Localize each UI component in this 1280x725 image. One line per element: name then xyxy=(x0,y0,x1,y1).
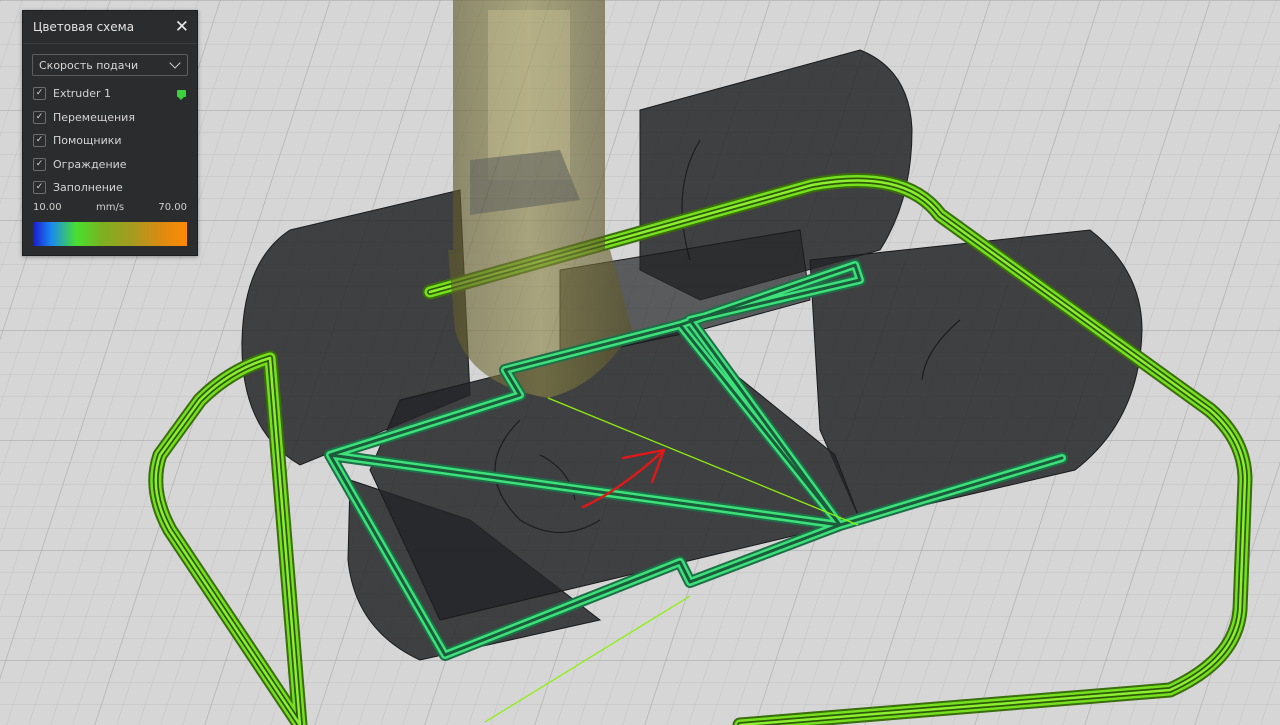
checkmark-icon: ✓ xyxy=(35,182,44,193)
helpers-checkbox[interactable]: ✓ xyxy=(33,134,46,148)
layer-row-shell[interactable]: ✓ Ограждение xyxy=(23,153,197,177)
layer-row-infill[interactable]: ✓ Заполнение xyxy=(23,176,197,200)
layer-label: Заполнение xyxy=(53,181,123,195)
extruder-color-swatch xyxy=(177,90,186,101)
travel-checkbox[interactable]: ✓ xyxy=(33,110,46,124)
legend-range: 10.00 mm/s 70.00 xyxy=(23,202,197,213)
infill-checkbox[interactable]: ✓ xyxy=(33,181,46,195)
layer-row-helpers[interactable]: ✓ Помощники xyxy=(23,129,197,153)
checkmark-icon: ✓ xyxy=(35,111,44,122)
layer-label: Перемещения xyxy=(53,110,135,124)
panel-header: Цветовая схема ✕ xyxy=(23,11,197,44)
legend-max: 70.00 xyxy=(158,201,187,213)
color-scheme-select-value: Скорость подачи xyxy=(39,58,139,72)
close-icon[interactable]: ✕ xyxy=(175,18,189,36)
extruder-checkbox[interactable]: ✓ xyxy=(33,87,46,101)
layer-row-extruder[interactable]: ✓ Extruder 1 xyxy=(23,82,197,106)
chevron-down-icon xyxy=(169,57,181,69)
checkmark-icon: ✓ xyxy=(35,88,44,99)
layer-label: Ограждение xyxy=(53,157,127,171)
panel-title: Цветовая схема xyxy=(33,20,135,34)
speed-gradient-bar xyxy=(33,221,187,246)
color-scheme-panel: Цветовая схема ✕ Скорость подачи ✓ Extru… xyxy=(22,10,198,256)
color-scheme-select[interactable]: Скорость подачи xyxy=(32,54,188,76)
checkmark-icon: ✓ xyxy=(35,158,44,169)
checkmark-icon: ✓ xyxy=(35,135,44,146)
legend-unit: mm/s xyxy=(95,201,125,213)
layer-label: Extruder 1 xyxy=(53,87,112,101)
legend-min: 10.00 xyxy=(33,201,62,213)
layer-row-travel[interactable]: ✓ Перемещения xyxy=(23,106,197,130)
layer-label: Помощники xyxy=(53,134,122,148)
shell-checkbox[interactable]: ✓ xyxy=(33,157,46,171)
